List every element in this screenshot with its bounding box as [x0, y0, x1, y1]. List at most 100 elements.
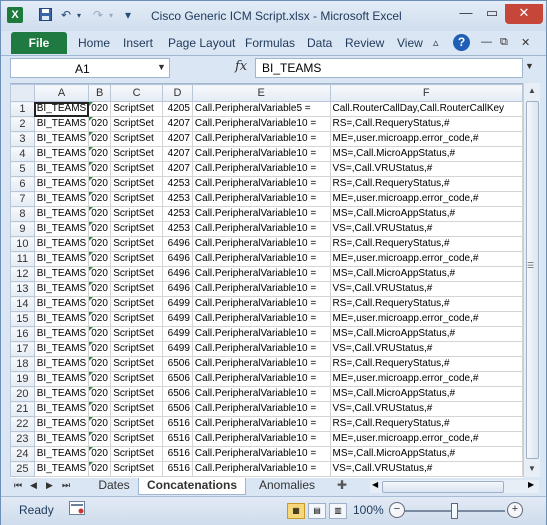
- page-layout-view-icon[interactable]: ▤: [308, 503, 326, 519]
- cell-a25[interactable]: BI_TEAMS: [33, 461, 90, 477]
- cell-b2[interactable]: 020: [88, 116, 112, 132]
- tab-formulas[interactable]: Formulas: [245, 36, 295, 50]
- zoom-level[interactable]: 100%: [353, 503, 384, 517]
- cell-b7[interactable]: 020: [88, 191, 112, 207]
- tab-view[interactable]: View: [397, 36, 423, 50]
- zoom-in-button[interactable]: +: [507, 502, 523, 518]
- cell-c8[interactable]: ScriptSet: [110, 206, 163, 222]
- cell-b11[interactable]: 020: [88, 251, 112, 267]
- cell-d7[interactable]: 4253: [162, 191, 193, 207]
- cell-a12[interactable]: BI_TEAMS: [33, 266, 90, 282]
- cell-d5[interactable]: 4207: [162, 161, 193, 177]
- cell-c23[interactable]: ScriptSet: [110, 431, 163, 447]
- cell-a16[interactable]: BI_TEAMS: [33, 326, 90, 342]
- vertical-scroll-thumb[interactable]: [526, 101, 539, 459]
- cell-c10[interactable]: ScriptSet: [110, 236, 163, 252]
- cell-b10[interactable]: 020: [88, 236, 112, 252]
- cell-d25[interactable]: 6516: [162, 461, 193, 477]
- tab-insert[interactable]: Insert: [123, 36, 153, 50]
- cell-a19[interactable]: BI_TEAMS: [33, 371, 90, 387]
- cell-d22[interactable]: 6516: [162, 416, 193, 432]
- row-header[interactable]: 21: [10, 401, 35, 417]
- cell-d3[interactable]: 4207: [162, 131, 193, 147]
- cell-f10[interactable]: RS=,Call.RequeryStatus,#: [329, 236, 523, 252]
- cell-c24[interactable]: ScriptSet: [110, 446, 163, 462]
- cell-f6[interactable]: RS=,Call.RequeryStatus,#: [329, 176, 523, 192]
- cell-c22[interactable]: ScriptSet: [110, 416, 163, 432]
- cell-d15[interactable]: 6499: [162, 311, 193, 327]
- cell-b21[interactable]: 020: [88, 401, 112, 417]
- cell-c21[interactable]: ScriptSet: [110, 401, 163, 417]
- scroll-up-icon[interactable]: ▲: [524, 83, 540, 99]
- workbook-close-icon[interactable]: ✕: [521, 36, 530, 49]
- minimize-button[interactable]: —: [453, 4, 479, 24]
- worksheet-grid[interactable]: ABCDEF 1 BI_TEAMS 020 ScriptSet 4205 Call.Per…: [10, 83, 523, 478]
- tab-home[interactable]: Home: [78, 36, 110, 50]
- insert-function-icon[interactable]: fx: [235, 59, 247, 74]
- cell-e10[interactable]: Call.PeripheralVariable10 =: [191, 236, 331, 252]
- prev-sheet-icon[interactable]: ◀: [30, 480, 37, 491]
- minimize-ribbon-icon[interactable]: ▵: [433, 36, 439, 49]
- cell-c19[interactable]: ScriptSet: [110, 371, 163, 387]
- cell-a9[interactable]: BI_TEAMS: [33, 221, 90, 237]
- cell-d16[interactable]: 6499: [162, 326, 193, 342]
- workbook-minimize-icon[interactable]: —: [481, 36, 492, 48]
- cell-b24[interactable]: 020: [88, 446, 112, 462]
- cell-e20[interactable]: Call.PeripheralVariable10 =: [191, 386, 331, 402]
- scroll-right-icon[interactable]: ▶: [528, 480, 534, 489]
- cell-d18[interactable]: 6506: [162, 356, 193, 372]
- cell-c9[interactable]: ScriptSet: [110, 221, 163, 237]
- excel-app-icon[interactable]: X: [7, 7, 23, 23]
- save-icon[interactable]: [39, 8, 52, 24]
- cell-e17[interactable]: Call.PeripheralVariable10 =: [191, 341, 331, 357]
- cell-f25[interactable]: VS=,Call.VRUStatus,#: [329, 461, 523, 477]
- workbook-restore-icon[interactable]: ⧉: [500, 36, 508, 49]
- row-header[interactable]: 20: [10, 386, 35, 402]
- scroll-left-icon[interactable]: ◀: [372, 480, 378, 489]
- cell-f2[interactable]: RS=,Call.RequeryStatus,#: [329, 116, 523, 132]
- cell-e6[interactable]: Call.PeripheralVariable10 =: [191, 176, 331, 192]
- cell-d19[interactable]: 6506: [162, 371, 193, 387]
- first-sheet-icon[interactable]: ⏮: [14, 480, 22, 491]
- cell-a21[interactable]: BI_TEAMS: [33, 401, 90, 417]
- cell-b6[interactable]: 020: [88, 176, 112, 192]
- column-header-c[interactable]: C: [110, 84, 163, 102]
- row-header[interactable]: 8: [10, 206, 35, 222]
- row-header[interactable]: 4: [10, 146, 35, 162]
- row-header[interactable]: 9: [10, 221, 35, 237]
- cell-c4[interactable]: ScriptSet: [110, 146, 163, 162]
- cell-f23[interactable]: ME=,user.microapp.error_code,#: [329, 431, 523, 447]
- horizontal-scroll-thumb[interactable]: [382, 481, 504, 493]
- expand-formula-bar-icon[interactable]: ▼: [525, 61, 534, 71]
- cell-c11[interactable]: ScriptSet: [110, 251, 163, 267]
- cell-f15[interactable]: ME=,user.microapp.error_code,#: [329, 311, 523, 327]
- cell-a14[interactable]: BI_TEAMS: [33, 296, 90, 312]
- cell-e12[interactable]: Call.PeripheralVariable10 =: [191, 266, 331, 282]
- tab-page-layout[interactable]: Page Layout: [168, 36, 235, 50]
- maximize-button[interactable]: ▭: [479, 4, 505, 24]
- formula-input[interactable]: BI_TEAMS: [255, 58, 523, 78]
- cell-e21[interactable]: Call.PeripheralVariable10 =: [191, 401, 331, 417]
- cell-a18[interactable]: BI_TEAMS: [33, 356, 90, 372]
- cell-e4[interactable]: Call.PeripheralVariable10 =: [191, 146, 331, 162]
- row-header[interactable]: 23: [10, 431, 35, 447]
- cell-e14[interactable]: Call.PeripheralVariable10 =: [191, 296, 331, 312]
- cell-b15[interactable]: 020: [88, 311, 112, 327]
- sheet-tab-dates[interactable]: Dates: [90, 478, 138, 494]
- cell-b22[interactable]: 020: [88, 416, 112, 432]
- cell-c20[interactable]: ScriptSet: [110, 386, 163, 402]
- cell-e22[interactable]: Call.PeripheralVariable10 =: [191, 416, 331, 432]
- cell-c15[interactable]: ScriptSet: [110, 311, 163, 327]
- cell-c12[interactable]: ScriptSet: [110, 266, 163, 282]
- cell-d4[interactable]: 4207: [162, 146, 193, 162]
- cell-f16[interactable]: MS=,Call.MicroAppStatus,#: [329, 326, 523, 342]
- horizontal-scrollbar[interactable]: ◀ ▶: [370, 480, 539, 493]
- cell-b13[interactable]: 020: [88, 281, 112, 297]
- cell-c13[interactable]: ScriptSet: [110, 281, 163, 297]
- cell-a5[interactable]: BI_TEAMS: [33, 161, 90, 177]
- select-all-corner[interactable]: [10, 84, 35, 102]
- cell-a3[interactable]: BI_TEAMS: [33, 131, 90, 147]
- cell-c3[interactable]: ScriptSet: [110, 131, 163, 147]
- customize-toolbar-icon[interactable]: ▾: [125, 8, 131, 22]
- tab-data[interactable]: Data: [307, 36, 332, 50]
